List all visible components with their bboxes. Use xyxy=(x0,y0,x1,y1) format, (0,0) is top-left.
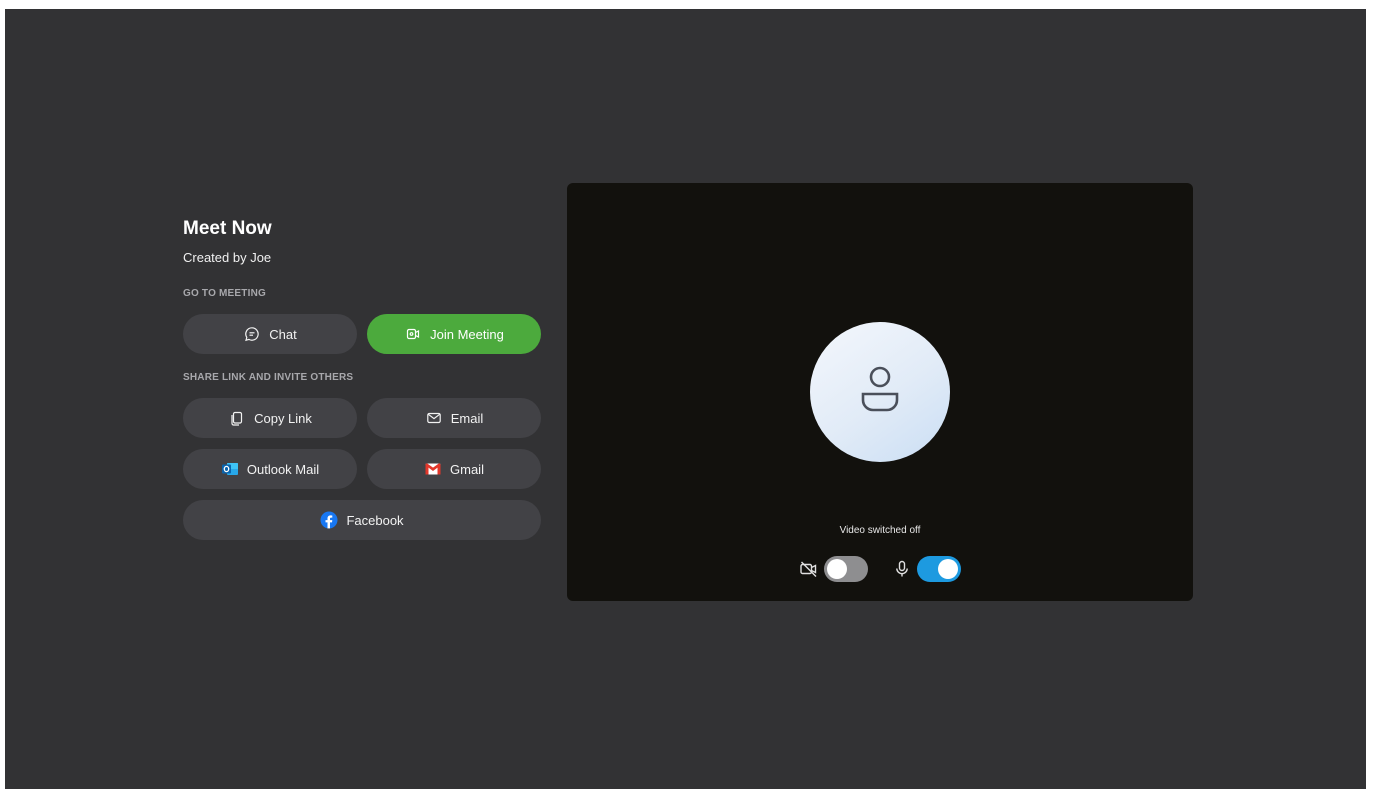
email-button[interactable]: Email xyxy=(367,398,541,438)
camera-toggle-knob xyxy=(827,559,847,579)
go-to-meeting-heading: GO TO MEETING xyxy=(183,288,266,299)
camera-off-icon xyxy=(799,559,819,579)
facebook-button[interactable]: Facebook xyxy=(183,500,541,540)
media-controls xyxy=(567,556,1193,582)
camera-control xyxy=(799,556,868,582)
facebook-label: Facebook xyxy=(346,512,404,528)
share-row-3: Facebook xyxy=(183,500,541,540)
join-meeting-label: Join Meeting xyxy=(430,326,504,342)
microphone-toggle[interactable] xyxy=(917,556,961,582)
go-to-meeting-actions: Chat Join Meeting xyxy=(183,314,541,354)
envelope-icon xyxy=(425,409,443,427)
copy-icon xyxy=(228,409,246,427)
chat-bubble-icon xyxy=(243,325,261,343)
meeting-creator: Created by Joe xyxy=(183,250,272,265)
microphone-icon xyxy=(892,559,912,579)
copy-link-label: Copy Link xyxy=(254,410,312,426)
avatar xyxy=(810,322,950,462)
outlook-icon xyxy=(221,460,239,478)
share-heading: SHARE LINK AND INVITE OTHERS xyxy=(183,372,354,383)
share-row-2: Outlook Mail Gmail xyxy=(183,449,541,489)
video-preview: Video switched off xyxy=(567,183,1193,601)
microphone-control xyxy=(892,556,961,582)
video-status-text: Video switched off xyxy=(839,525,921,536)
meet-now-window: Meet Now Created by Joe GO TO MEETING Ch… xyxy=(5,9,1366,789)
gmail-label: Gmail xyxy=(450,461,484,477)
chat-button-label: Chat xyxy=(269,326,297,342)
facebook-icon xyxy=(320,511,338,529)
gmail-icon xyxy=(424,460,442,478)
join-meeting-button[interactable]: Join Meeting xyxy=(367,314,541,354)
chat-button[interactable]: Chat xyxy=(183,314,357,354)
copy-link-button[interactable]: Copy Link xyxy=(183,398,357,438)
outlook-mail-label: Outlook Mail xyxy=(246,461,320,477)
meeting-info-panel: Meet Now Created by Joe GO TO MEETING Ch… xyxy=(183,217,541,540)
camera-toggle[interactable] xyxy=(824,556,868,582)
person-icon xyxy=(858,364,902,421)
meeting-title: Meet Now xyxy=(183,218,272,239)
gmail-button[interactable]: Gmail xyxy=(367,449,541,489)
outlook-mail-button[interactable]: Outlook Mail xyxy=(183,449,357,489)
video-camera-icon xyxy=(404,325,422,343)
share-row-1: Copy Link Email xyxy=(183,398,541,438)
microphone-toggle-knob xyxy=(938,559,958,579)
email-label: Email xyxy=(450,410,484,426)
